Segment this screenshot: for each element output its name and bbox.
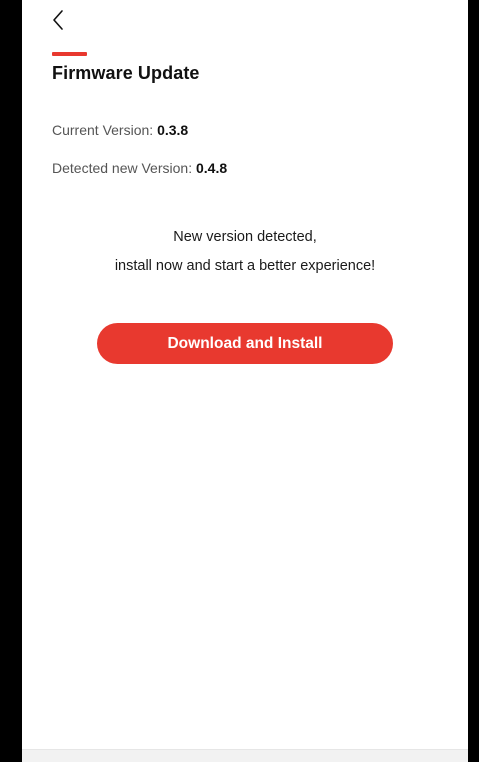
current-version-label: Current Version: xyxy=(52,122,158,138)
title-accent-bar xyxy=(52,52,87,56)
app-screen: Firmware Update Current Version: 0.3.8 D… xyxy=(22,0,468,762)
bottom-bar xyxy=(22,749,468,762)
detected-version: Detected new Version: 0.4.8 xyxy=(52,160,227,176)
current-version: Current Version: 0.3.8 xyxy=(52,122,188,138)
current-version-value: 0.3.8 xyxy=(157,122,189,138)
detected-version-value: 0.4.8 xyxy=(195,160,228,176)
update-message-line2: install now and start a better experienc… xyxy=(114,258,376,274)
detected-version-label: Detected new Version: xyxy=(52,160,196,176)
download-install-button[interactable]: Download and Install xyxy=(97,323,393,364)
update-message-line1: New version detected, xyxy=(173,229,317,245)
page-title: Firmware Update xyxy=(52,63,200,83)
chevron-left-icon xyxy=(53,10,63,30)
device-frame: Firmware Update Current Version: 0.3.8 D… xyxy=(0,0,479,762)
back-button[interactable] xyxy=(46,6,70,34)
